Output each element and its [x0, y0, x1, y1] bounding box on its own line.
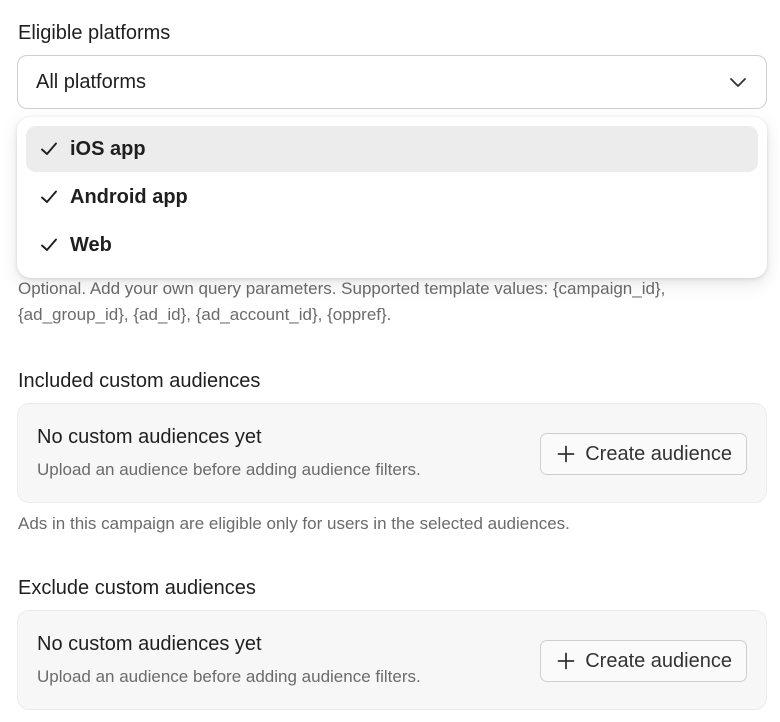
included-audiences-card: No custom audiences yet Upload an audien… [17, 403, 767, 503]
plus-icon [557, 652, 575, 670]
create-audience-button[interactable]: Create audience [540, 640, 747, 682]
check-icon [40, 236, 62, 254]
platforms-dropdown-menu: iOS app Android app Web [17, 117, 767, 278]
empty-state-subtitle: Upload an audience before adding audienc… [37, 667, 421, 686]
platforms-label: Eligible platforms [18, 22, 171, 44]
empty-state-subtitle: Upload an audience before adding audienc… [37, 460, 421, 479]
create-audience-button[interactable]: Create audience [540, 433, 747, 475]
chevron-down-icon [728, 72, 748, 92]
campaign-targeting-form: Eligible platforms All platforms iOS app… [0, 0, 780, 722]
option-label: Web [70, 233, 112, 256]
included-audiences-label: Included custom audiences [18, 370, 261, 392]
query-parameters-hint: Optional. Add your own query parameters.… [18, 279, 666, 324]
check-icon [40, 188, 62, 206]
plus-icon [557, 445, 575, 463]
option-label: Android app [70, 185, 188, 208]
create-audience-label: Create audience [585, 442, 732, 465]
included-audiences-hint: Ads in this campaign are eligible only f… [18, 514, 570, 533]
option-ios-app[interactable]: iOS app [26, 126, 758, 172]
create-audience-label: Create audience [585, 649, 732, 672]
platforms-select-value: All platforms [36, 70, 147, 93]
check-icon [40, 140, 62, 158]
excluded-audiences-card: No custom audiences yet Upload an audien… [17, 610, 767, 710]
empty-state-title: No custom audiences yet [37, 426, 262, 448]
option-web[interactable]: Web [26, 222, 758, 268]
option-android-app[interactable]: Android app [26, 174, 758, 220]
platforms-select[interactable]: All platforms [17, 55, 767, 109]
option-label: iOS app [70, 137, 146, 160]
excluded-audiences-label: Exclude custom audiences [18, 577, 256, 599]
empty-state-title: No custom audiences yet [37, 633, 262, 655]
